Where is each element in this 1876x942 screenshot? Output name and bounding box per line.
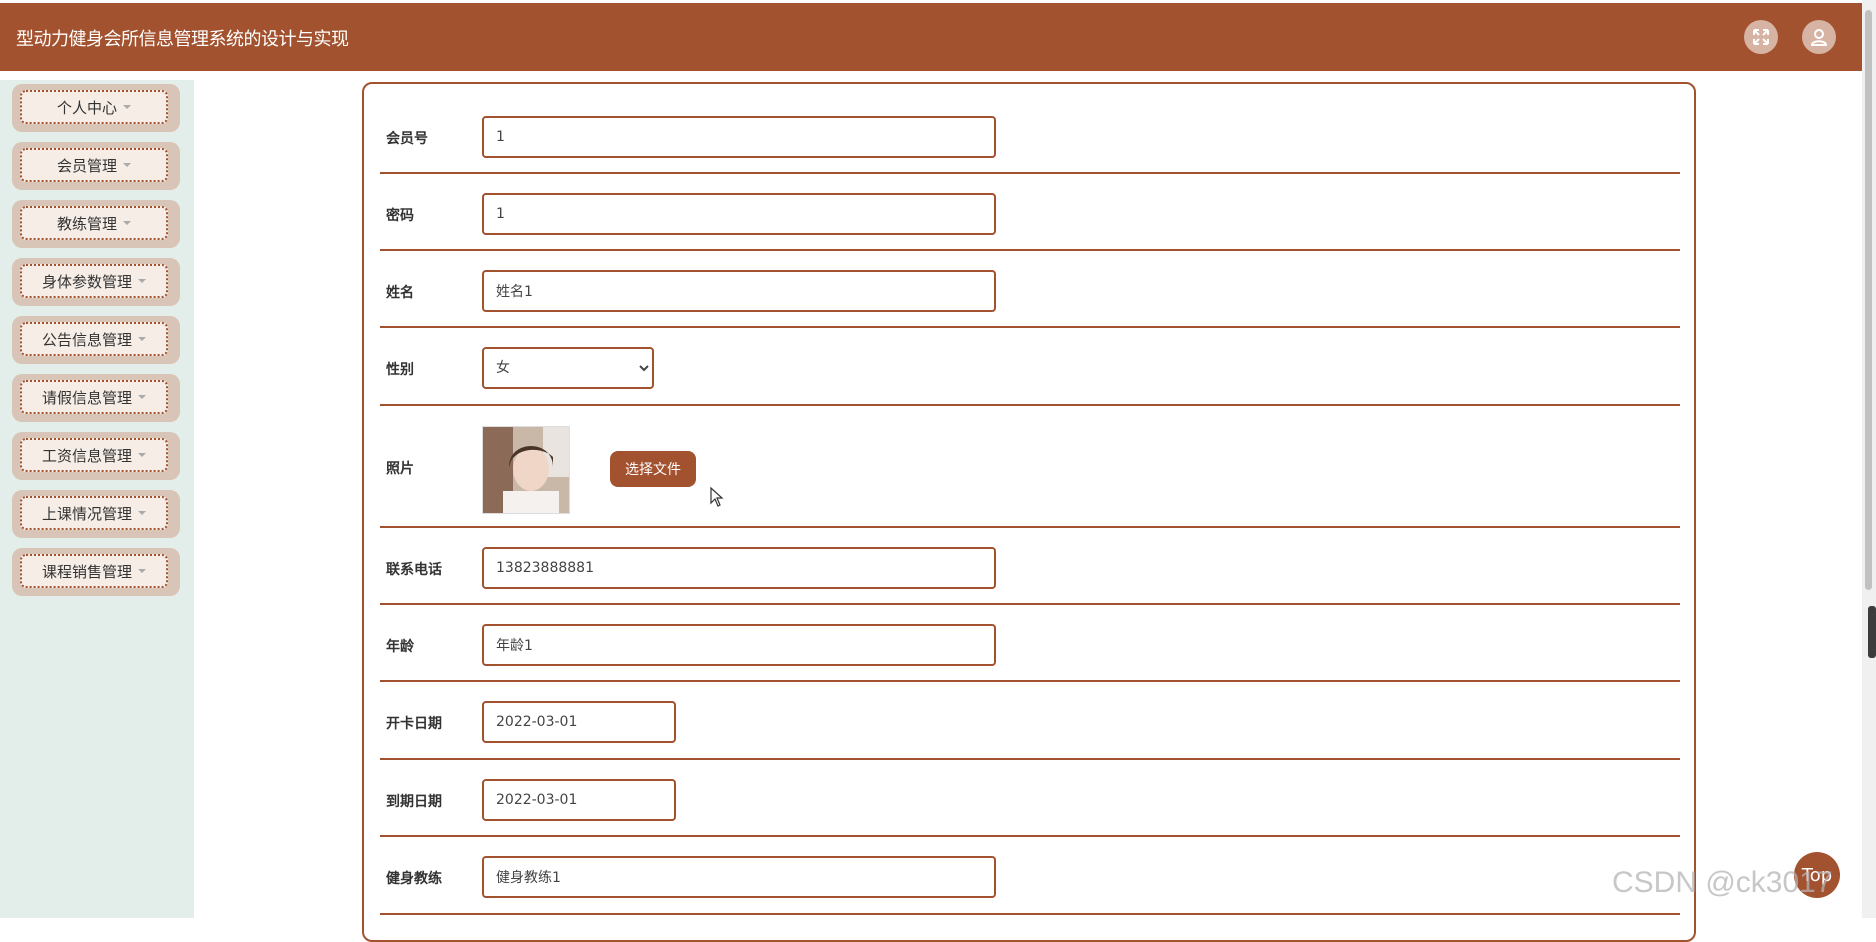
sidebar-item-label: 课程销售管理: [41, 562, 132, 581]
field-label: 联系电话: [386, 562, 442, 578]
sidebar-item-member-management[interactable]: 会员管理: [12, 142, 180, 190]
expire-date-input[interactable]: [482, 779, 676, 821]
page-scrollbar[interactable]: [1862, 0, 1876, 918]
field-label: 到期日期: [386, 794, 442, 810]
form-row-age: 年龄: [380, 605, 1680, 682]
sidebar-item-course-sales-management[interactable]: 课程销售管理: [12, 548, 180, 596]
photo-image: [483, 427, 569, 513]
sidebar: 个人中心 会员管理 教练管理 身体参数管理 公告信息管理 请假信息管理 工资信息…: [0, 80, 194, 918]
field-label: 会员号: [386, 131, 428, 147]
sidebar-item-label: 会员管理: [56, 156, 117, 175]
sidebar-item-body-params-management[interactable]: 身体参数管理: [12, 258, 180, 306]
name-input[interactable]: [482, 270, 996, 312]
field-label: 照片: [386, 461, 414, 477]
member-photo: [482, 426, 570, 514]
open-date-input[interactable]: [482, 701, 676, 743]
sidebar-item-leave-management[interactable]: 请假信息管理: [12, 374, 180, 422]
app-title: 型动力健身会所信息管理系统的设计与实现: [16, 29, 349, 50]
fullscreen-button[interactable]: [1744, 20, 1778, 54]
form-row-member-no: 会员号: [380, 84, 1680, 174]
caret-down-icon: [123, 163, 131, 167]
coach-input[interactable]: [482, 856, 996, 898]
sidebar-item-label: 身体参数管理: [41, 272, 132, 291]
form-row-gender: 性别 女: [380, 328, 1680, 406]
caret-down-icon: [138, 337, 146, 341]
field-label: 姓名: [386, 285, 414, 301]
sidebar-item-label: 教练管理: [56, 214, 117, 233]
mouse-cursor-icon: [710, 487, 724, 507]
gender-select[interactable]: 女: [482, 347, 654, 389]
field-label: 年龄: [386, 639, 414, 655]
field-label: 性别: [386, 362, 414, 378]
caret-down-icon: [138, 453, 146, 457]
sidebar-item-label: 个人中心: [56, 98, 117, 117]
watermark: CSDN @ck3017: [1612, 866, 1833, 899]
sidebar-item-salary-management[interactable]: 工资信息管理: [12, 432, 180, 480]
sidebar-item-label: 工资信息管理: [41, 446, 132, 465]
caret-down-icon: [138, 395, 146, 399]
caret-down-icon: [138, 511, 146, 515]
expand-icon: [1753, 29, 1769, 45]
age-input[interactable]: [482, 624, 996, 666]
form-row-photo: 照片 选择文件: [380, 406, 1680, 528]
form-row-name: 姓名: [380, 251, 1680, 328]
form-row-expire-date: 到期日期: [380, 760, 1680, 837]
sidebar-item-label: 公告信息管理: [41, 330, 132, 349]
caret-down-icon: [123, 105, 131, 109]
sidebar-item-label: 请假信息管理: [41, 388, 132, 407]
sidebar-item-label: 上课情况管理: [41, 504, 132, 523]
form-row-phone: 联系电话: [380, 528, 1680, 605]
caret-down-icon: [123, 221, 131, 225]
form-row-open-date: 开卡日期: [380, 682, 1680, 760]
form-row-coach: 健身教练: [380, 837, 1680, 915]
field-label: 密码: [386, 208, 414, 224]
field-label: 健身教练: [386, 871, 442, 887]
member-no-input[interactable]: [482, 116, 996, 158]
scroll-indicator: [1868, 606, 1876, 658]
field-label: 开卡日期: [386, 716, 442, 732]
choose-file-button[interactable]: 选择文件: [610, 451, 696, 487]
phone-input[interactable]: [482, 547, 996, 589]
caret-down-icon: [138, 279, 146, 283]
member-form: 会员号 密码 姓名 性别 女 照片 选择文件: [362, 82, 1696, 942]
sidebar-item-notice-management[interactable]: 公告信息管理: [12, 316, 180, 364]
sidebar-item-class-attendance-management[interactable]: 上课情况管理: [12, 490, 180, 538]
scrollbar-thumb[interactable]: [1865, 10, 1872, 590]
password-input[interactable]: [482, 193, 996, 235]
caret-down-icon: [138, 569, 146, 573]
user-menu-button[interactable]: [1802, 20, 1836, 54]
sidebar-item-personal-center[interactable]: 个人中心: [12, 84, 180, 132]
sidebar-item-coach-management[interactable]: 教练管理: [12, 200, 180, 248]
top-bar: 型动力健身会所信息管理系统的设计与实现: [0, 3, 1862, 71]
user-icon: [1810, 29, 1828, 46]
form-row-password: 密码: [380, 174, 1680, 251]
